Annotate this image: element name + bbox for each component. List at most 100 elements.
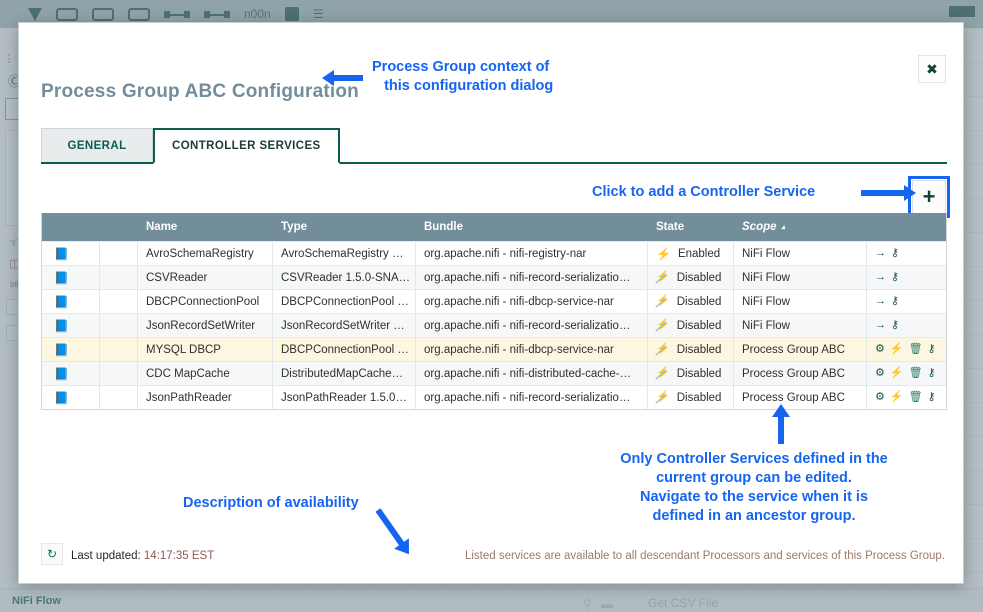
column-header-name[interactable]: Name xyxy=(138,213,273,241)
go-to-icon[interactable]: → xyxy=(875,296,886,307)
key-icon[interactable]: ⚷ xyxy=(928,368,936,379)
state-label: Disabled xyxy=(676,295,722,308)
table-row[interactable]: 📘 JsonRecordSetWriter JsonRecordSetWriter … xyxy=(42,313,946,337)
trash-icon[interactable]: 🗑 xyxy=(909,344,923,355)
column-header-scope-label: Scope xyxy=(742,221,777,233)
enable-bolt-icon[interactable]: ⚡ xyxy=(890,392,904,403)
table-row[interactable]: 📘 CDC MapCache DistributedMapCache… org.apa… xyxy=(42,361,946,385)
tab-general[interactable]: GENERAL xyxy=(41,128,153,162)
cell-actions: → ⚷ xyxy=(867,266,946,289)
last-updated-status: Last updated: 14:17:35 EST xyxy=(71,550,214,562)
cell-bundle: org.apache.nifi - nifi-registry-nar xyxy=(416,242,648,265)
cell-actions: ⚙ ⚡ 🗑 ⚷ xyxy=(867,362,946,385)
key-icon[interactable]: ⚷ xyxy=(891,248,899,259)
annotation-arrow-title xyxy=(322,70,363,86)
cell-scope: NiFi Flow xyxy=(734,290,867,313)
cell-name: AvroSchemaRegistry xyxy=(138,242,273,265)
column-header-icon[interactable] xyxy=(42,213,100,241)
annotation-title-note: Process Group context of this configurat… xyxy=(372,59,554,95)
state-label: Disabled xyxy=(676,343,722,356)
state-label: Disabled xyxy=(676,367,722,380)
column-header-state[interactable]: State xyxy=(648,213,734,241)
table-row[interactable]: 📘 MYSQL DBCP DBCPConnectionPool … org.apach… xyxy=(42,337,946,361)
go-to-icon[interactable]: → xyxy=(875,272,886,283)
close-icon: ✖ xyxy=(926,61,938,77)
table-row[interactable]: 📘 CSVReader CSVReader 1.5.0-SNA… org.apache… xyxy=(42,265,946,289)
row-spacer xyxy=(100,266,138,289)
trash-icon[interactable]: 🗑 xyxy=(909,392,923,403)
controller-service-icon: 📘 xyxy=(42,386,100,409)
cell-bundle: org.apache.nifi - nifi-record-serializat… xyxy=(416,314,648,337)
go-to-icon[interactable]: → xyxy=(875,248,886,259)
controller-service-icon: 📘 xyxy=(42,266,100,289)
cell-type: DBCPConnectionPool … xyxy=(273,338,416,361)
column-header-bundle[interactable]: Bundle xyxy=(416,213,648,241)
cell-name: CDC MapCache xyxy=(138,362,273,385)
cell-name: JsonRecordSetWriter xyxy=(138,314,273,337)
cell-type: JsonRecordSetWriter … xyxy=(273,314,416,337)
cell-type: CSVReader 1.5.0-SNA… xyxy=(273,266,416,289)
column-header-spacer xyxy=(100,213,138,241)
table-header-row: Name Type Bundle State Scope ▴ xyxy=(42,213,946,241)
controller-service-icon: 📘 xyxy=(42,314,100,337)
state-label: Enabled xyxy=(677,247,721,260)
cell-state: ⚡ Disabled xyxy=(648,386,734,409)
annotation-add-note: Click to add a Controller Service xyxy=(592,184,816,200)
enable-bolt-icon[interactable]: ⚡ xyxy=(890,368,904,379)
bolt-disabled-icon: ⚡ xyxy=(656,367,670,379)
table-body: 📘 AvroSchemaRegistry AvroSchemaRegistry … o… xyxy=(42,241,946,409)
cell-state: ⚡ Disabled xyxy=(648,266,734,289)
gear-icon[interactable]: ⚙ xyxy=(875,368,885,379)
column-header-scope[interactable]: Scope ▴ xyxy=(734,213,867,241)
gear-icon[interactable]: ⚙ xyxy=(875,344,885,355)
key-icon[interactable]: ⚷ xyxy=(891,272,899,283)
bolt-disabled-icon: ⚡ xyxy=(656,391,670,403)
tab-controller-services[interactable]: CONTROLLER SERVICES xyxy=(153,128,340,164)
gear-icon[interactable]: ⚙ xyxy=(875,392,885,403)
cell-state: ⚡ Disabled xyxy=(648,314,734,337)
last-updated-label: Last updated: xyxy=(71,550,141,562)
tab-strip: GENERAL CONTROLLER SERVICES xyxy=(41,128,947,164)
controller-service-icon: 📘 xyxy=(42,242,100,265)
refresh-icon: ↻ xyxy=(46,547,58,561)
key-icon[interactable]: ⚷ xyxy=(928,344,936,355)
close-button[interactable]: ✖ xyxy=(918,55,946,83)
refresh-button[interactable]: ↻ xyxy=(41,543,63,565)
key-icon[interactable]: ⚷ xyxy=(928,392,936,403)
bolt-disabled-icon: ⚡ xyxy=(656,271,670,283)
row-spacer xyxy=(100,338,138,361)
cell-state: ⚡ Disabled xyxy=(648,290,734,313)
cell-scope: Process Group ABC xyxy=(734,362,867,385)
controller-service-icon: 📘 xyxy=(42,362,100,385)
table-row[interactable]: 📘 AvroSchemaRegistry AvroSchemaRegistry … o… xyxy=(42,241,946,265)
bolt-enabled-icon: ⚡ xyxy=(656,246,671,261)
cell-name: CSVReader xyxy=(138,266,273,289)
plus-icon: + xyxy=(922,184,936,209)
row-spacer xyxy=(100,242,138,265)
cell-scope: NiFi Flow xyxy=(734,266,867,289)
cell-name: DBCPConnectionPool xyxy=(138,290,273,313)
go-to-icon[interactable]: → xyxy=(875,320,886,331)
column-header-type[interactable]: Type xyxy=(273,213,416,241)
row-spacer xyxy=(100,290,138,313)
controller-service-icon: 📘 xyxy=(42,290,100,313)
key-icon[interactable]: ⚷ xyxy=(891,320,899,331)
row-spacer xyxy=(100,314,138,337)
last-updated-time: 14:17:35 EST xyxy=(143,550,215,562)
trash-icon[interactable]: 🗑 xyxy=(909,368,923,379)
cell-bundle: org.apache.nifi - nifi-dbcp-service-nar xyxy=(416,338,648,361)
cell-bundle: org.apache.nifi - nifi-record-serializat… xyxy=(416,266,648,289)
add-controller-service-button[interactable]: + xyxy=(912,180,946,214)
cell-actions: ⚙ ⚡ 🗑 ⚷ xyxy=(867,386,946,409)
key-icon[interactable]: ⚷ xyxy=(891,296,899,307)
annotation-scope-note: Only Controller Services defined in the … xyxy=(620,451,888,525)
annotation-description-note: Description of availability xyxy=(183,495,359,511)
enable-bolt-icon[interactable]: ⚡ xyxy=(890,344,904,355)
bolt-disabled-icon: ⚡ xyxy=(656,295,670,307)
cell-actions: → ⚷ xyxy=(867,242,946,265)
column-header-actions xyxy=(867,213,946,241)
table-row[interactable]: 📘 JsonPathReader JsonPathReader 1.5.0… org.… xyxy=(42,385,946,409)
table-row[interactable]: 📘 DBCPConnectionPool DBCPConnectionPool … o… xyxy=(42,289,946,313)
cell-name: JsonPathReader xyxy=(138,386,273,409)
cell-scope: Process Group ABC xyxy=(734,386,867,409)
